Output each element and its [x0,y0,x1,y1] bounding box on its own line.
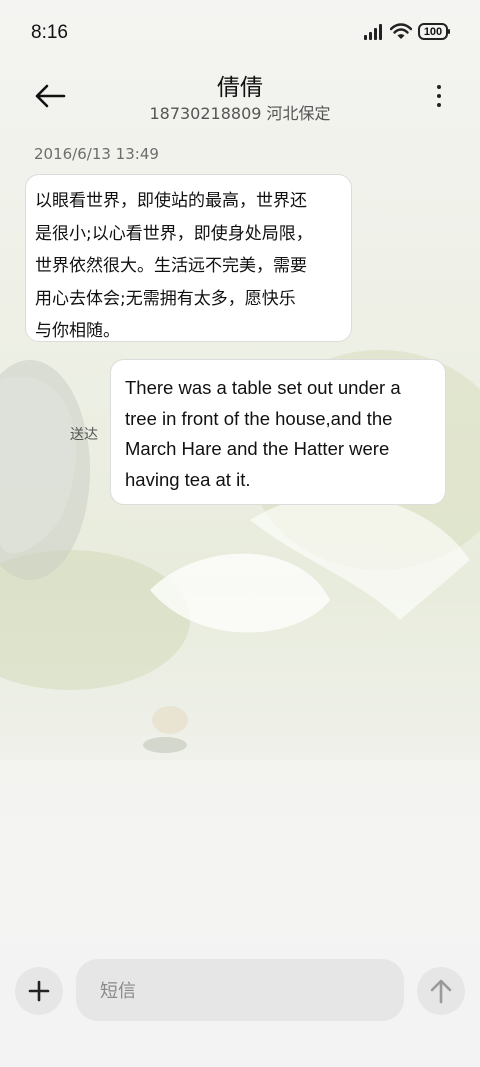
battery-level: 100 [423,25,443,38]
incoming-message-bubble[interactable]: 以眼看世界，即使站的最高，世界还 是很小;以心看世界，即使身处局限， 世界依然很… [25,174,352,342]
composer-bar: 短信 [0,937,480,1067]
message-line: 用心去体会;无需拥有太多，愿快乐 [35,288,296,309]
contact-name[interactable]: 倩倩 [0,68,480,102]
add-attachment-button[interactable] [15,967,63,1015]
message-line: tree in front of the house,and the [125,407,393,429]
message-input-placeholder: 短信 [100,981,136,1002]
wifi-icon [390,23,412,39]
message-line: 以眼看世界，即使站的最高，世界还 [35,191,307,211]
message-line: 是很小;以心看世界，即使身处局限， [35,223,313,244]
outgoing-message-bubble[interactable]: There was a table set out under a tree i… [110,359,446,505]
plus-icon [28,980,50,1002]
status-bar: 8:16 100 [0,0,480,68]
send-button[interactable] [417,967,465,1015]
status-icons: 100 [364,23,450,40]
arrow-up-icon [430,979,452,1004]
message-line: 与你相随。 [35,321,120,341]
more-options-button[interactable] [428,76,450,116]
more-vertical-icon [437,85,441,89]
signal-icon [364,23,382,40]
message-line: There was a table set out under a [125,377,401,398]
contact-number-location: 18730218809 河北保定 [149,104,331,123]
battery-icon: 100 [418,23,450,40]
message-line: having tea at it. [125,468,251,490]
status-time: 8:16 [31,22,68,43]
conversation-header: 倩倩 18730218809 河北保定 [0,60,480,134]
message-line: March Hare and the Hatter were [125,438,390,459]
message-input[interactable]: 短信 [76,959,404,1021]
message-line: 世界依然很大。生活远不完美，需要 [35,256,307,276]
message-timestamp: 2016/6/13 13:49 [34,145,159,163]
messaging-screen: 8:16 100 倩倩 18730218809 河北保定 2016/6/13 1… [0,0,480,1067]
delivery-status: 送达 [70,427,98,443]
